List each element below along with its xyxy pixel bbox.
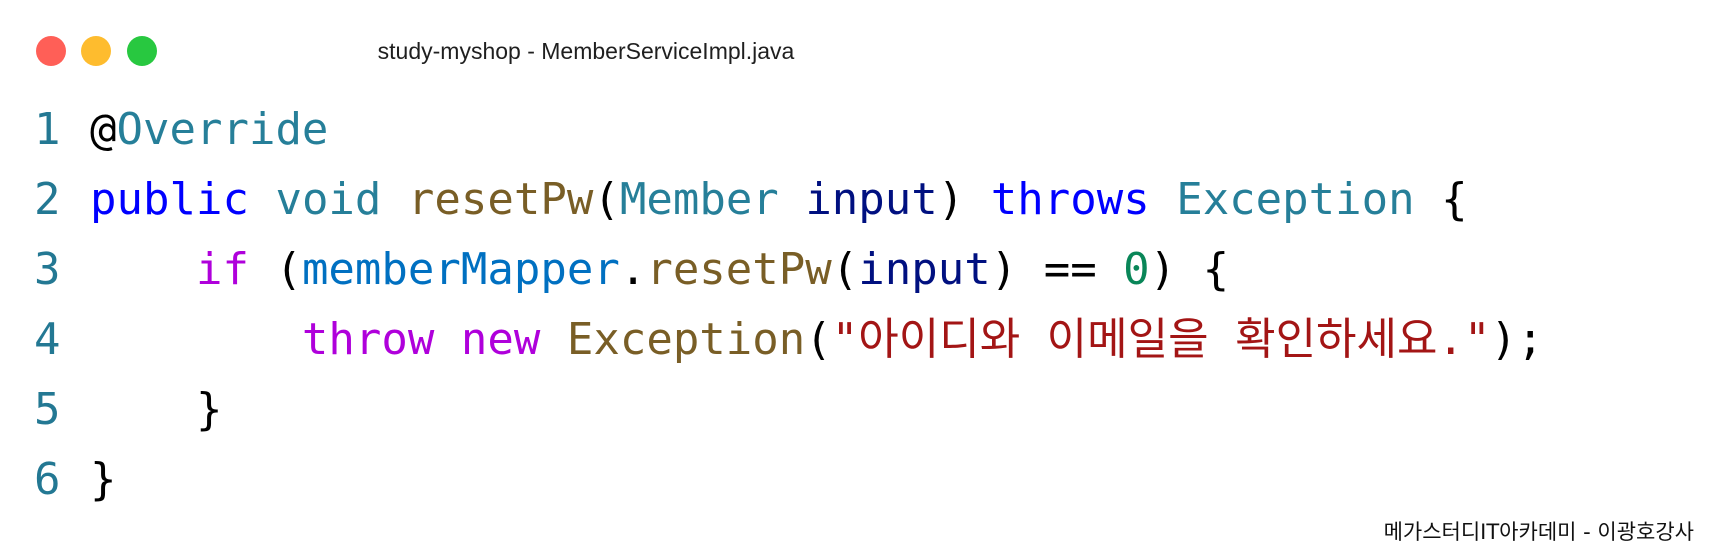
code-token: ): [937, 174, 991, 225]
code-token: ) {: [1149, 244, 1230, 295]
code-token: 0: [1123, 244, 1150, 295]
code-token: (: [248, 244, 302, 295]
code-line: 1 @Override: [34, 95, 1704, 165]
code-token: Exception: [1176, 174, 1415, 225]
line-number: 2: [34, 174, 61, 225]
line-number: 6: [34, 454, 61, 505]
code-token: (: [831, 244, 859, 295]
code-line: 2 public void resetPw(Member input) throw…: [34, 165, 1704, 235]
code-token: resetPw: [646, 244, 832, 295]
code-token: .: [619, 244, 647, 295]
code-token: @: [90, 104, 117, 155]
code-token: resetPw: [407, 174, 594, 225]
watermark-credit: 메가스터디IT아카데미 - 이광호강사: [1383, 520, 1694, 544]
code-token: Exception: [566, 314, 806, 365]
code-token: throw: [301, 314, 435, 365]
code-editor[interactable]: 1 @Override 2 public void resetPw(Member in…: [34, 95, 1704, 515]
code-token: }: [90, 454, 117, 505]
code-line: 3 if (memberMapper.resetPw(input) == 0) …: [34, 235, 1704, 305]
code-token: {: [1414, 174, 1468, 225]
line-number: 1: [34, 104, 61, 155]
line-number: 5: [34, 384, 61, 435]
code-token: new: [460, 314, 541, 365]
code-token: }: [90, 384, 223, 435]
code-line: 6}: [34, 445, 1704, 515]
code-line: 5 }: [34, 375, 1704, 445]
code-text: throw new Exception("아이디와 이메일을 확인하세요.");: [90, 305, 1544, 375]
code-text: }: [90, 375, 223, 445]
code-token: input: [805, 174, 938, 225]
window-title: study-myshop - MemberServiceImpl.java: [377, 38, 795, 64]
line-number: 3: [34, 244, 61, 295]
code-token: Override: [116, 104, 329, 155]
code-token: "아이디와 이메일을 확인하세요.": [831, 314, 1491, 365]
code-token: void: [275, 174, 382, 225]
code-text: public void resetPw(Member input) throws…: [90, 165, 1468, 235]
code-token: );: [1490, 314, 1544, 365]
code-token: ) ==: [990, 244, 1124, 295]
code-token: if: [195, 244, 249, 295]
title-bar: study-myshop - MemberServiceImpl.java: [0, 0, 1722, 100]
code-token: throws: [990, 174, 1150, 225]
code-line: 4 throw new Exception("아이디와 이메일을 확인하세요."…: [34, 305, 1704, 375]
code-token: (: [805, 314, 832, 365]
code-token: public: [90, 174, 249, 225]
code-token: Member: [619, 174, 779, 225]
line-number: 4: [34, 314, 61, 365]
code-text: }: [90, 445, 117, 515]
code-text: if (memberMapper.resetPw(input) == 0) {: [90, 235, 1229, 305]
code-token: input: [858, 244, 991, 295]
code-token: (: [593, 174, 620, 225]
code-token: memberMapper: [301, 244, 620, 295]
code-text: @Override: [90, 95, 328, 165]
code-window: study-myshop - MemberServiceImpl.java 1 @…: [0, 0, 1722, 552]
